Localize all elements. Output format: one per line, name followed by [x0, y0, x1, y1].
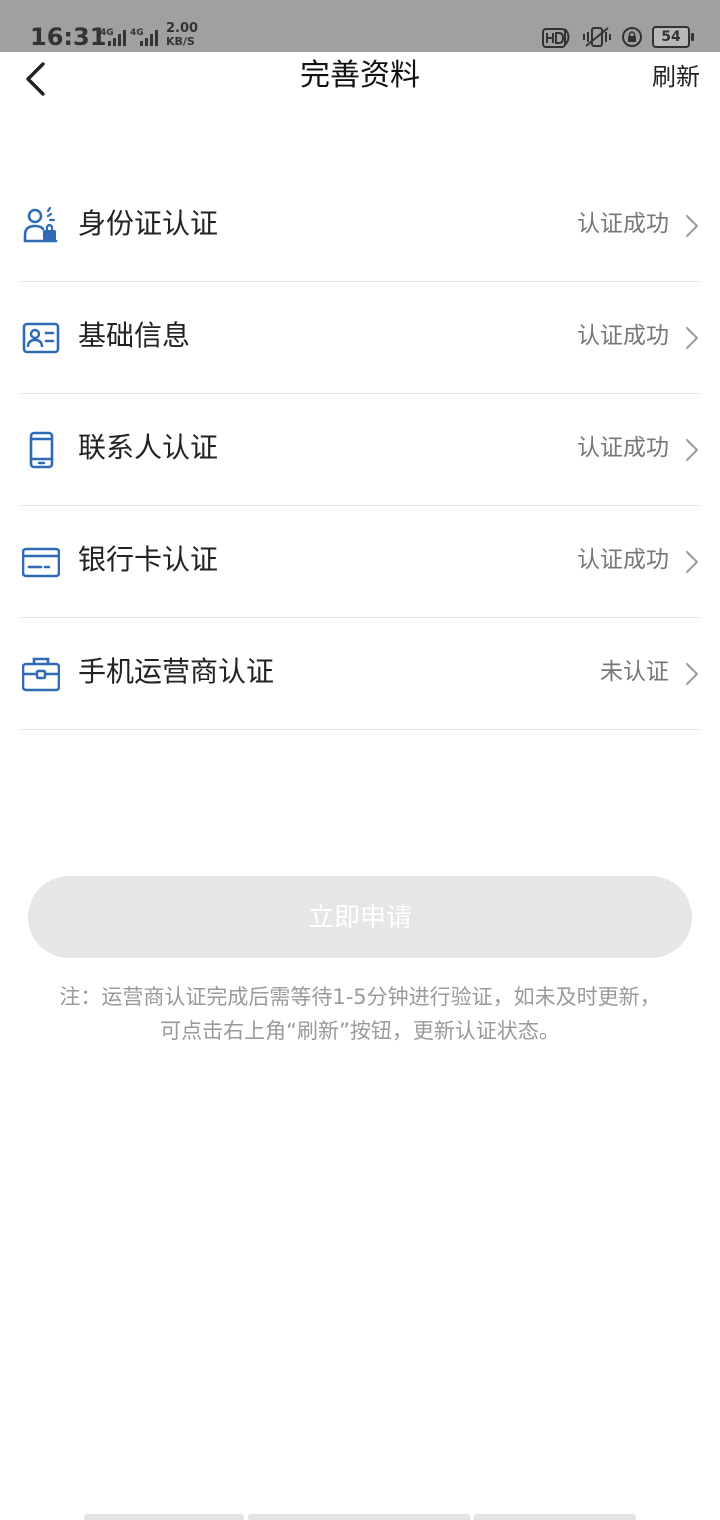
hd-volte-icon — [542, 28, 570, 48]
nav-bar: 完善资料 刷新 — [0, 52, 720, 102]
note-line-2: 可点击右上角“刷新”按钮，更新认证状态。 — [160, 1019, 560, 1043]
status-text: 认证成功 — [577, 323, 669, 349]
refresh-button[interactable]: 刷新 — [652, 60, 700, 94]
chevron-right-icon — [686, 327, 698, 349]
status-text: 认证成功 — [577, 547, 669, 573]
apply-button[interactable]: 立即申请 — [28, 876, 692, 958]
list-item-label: 银行卡认证 — [78, 543, 219, 576]
status-right-icons: 54 — [542, 24, 694, 50]
list-item-contacts[interactable]: 联系人认证 认证成功 — [20, 394, 700, 506]
list-item-label: 基础信息 — [78, 319, 191, 352]
network-type-label: 4G — [100, 28, 114, 38]
list-item-basic-info[interactable]: 基础信息 认证成功 — [20, 282, 700, 394]
briefcase-icon — [22, 657, 60, 692]
gesture-segment — [474, 1514, 636, 1520]
list-item-label: 联系人认证 — [78, 431, 219, 464]
speed-unit: KB/S — [166, 35, 195, 48]
signal-icon: 4G — [130, 28, 158, 46]
list-item-carrier[interactable]: 手机运营商认证 未认证 — [20, 618, 700, 730]
phone-icon — [29, 431, 54, 469]
status-text: 认证成功 — [577, 435, 669, 461]
rotation-lock-icon — [622, 27, 642, 47]
list-item-id-card[interactable]: 身份证认证 认证成功 — [20, 170, 700, 282]
note-text: 注：运营商认证完成后需等待1-5分钟进行验证，如未及时更新， 可点击右上角“刷新… — [20, 980, 700, 1048]
list-item-bank-card[interactable]: 银行卡认证 认证成功 — [20, 506, 700, 618]
id-card-person-icon — [23, 207, 58, 243]
profile-card-icon — [22, 322, 60, 354]
chevron-right-icon — [686, 215, 698, 237]
gesture-segment — [248, 1514, 470, 1520]
speed-value: 2.00 — [166, 21, 199, 36]
note-line-1: 注：运营商认证完成后需等待1-5分钟进行验证，如未及时更新， — [59, 985, 661, 1009]
list-item-label: 手机运营商认证 — [78, 655, 275, 688]
status-text: 未认证 — [600, 659, 669, 685]
signal-icon: 4G — [100, 28, 126, 46]
network-speed: 2.00 KB/S — [166, 22, 198, 48]
vibrate-icon — [583, 27, 611, 47]
status-time: 16:31 — [30, 23, 107, 51]
status-text: 认证成功 — [577, 211, 669, 237]
chevron-right-icon — [686, 551, 698, 573]
bank-card-icon — [22, 547, 60, 578]
battery-indicator: 54 — [652, 26, 694, 48]
gesture-segment — [84, 1514, 244, 1520]
status-bar: 16:31 4G 4G 2.00 KB/S 54 — [0, 0, 720, 52]
chevron-right-icon — [686, 663, 698, 685]
list-item-label: 身份证认证 — [78, 207, 219, 240]
network-type-label: 4G — [130, 28, 144, 38]
gesture-bar[interactable] — [84, 1514, 636, 1520]
verification-list: 身份证认证 认证成功 基础信息 认证成功 联系人认证 认证成功 银行卡认证 认证… — [20, 170, 700, 730]
chevron-right-icon — [686, 439, 698, 461]
signal-indicators: 4G 4G — [96, 26, 158, 48]
page-title: 完善资料 — [300, 58, 420, 93]
